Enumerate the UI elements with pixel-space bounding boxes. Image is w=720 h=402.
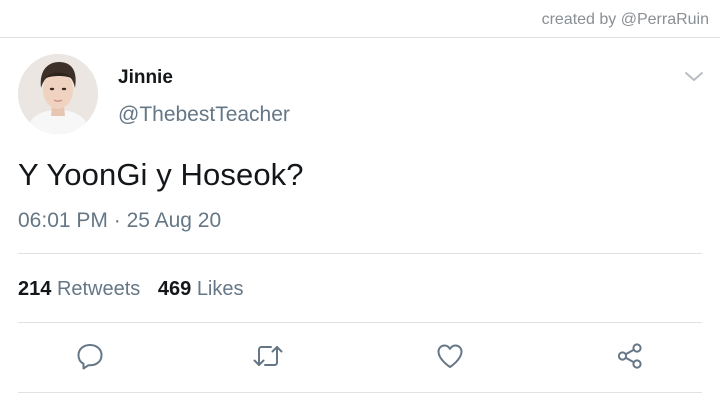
retweet-icon: [253, 346, 283, 366]
share-icon: [617, 343, 642, 369]
stats-top-divider: [18, 253, 702, 254]
retweet-button[interactable]: [250, 338, 286, 374]
likes-count: 469: [157, 278, 192, 300]
heart-icon: [437, 344, 463, 368]
share-button[interactable]: [612, 338, 648, 374]
avatar-image: [18, 54, 98, 134]
tweet-timestamp: 06:01 PM · 25 Aug 20: [18, 209, 221, 233]
tweet-text: Y YoonGi y Hoseok?: [18, 157, 304, 192]
author-handle[interactable]: @ThebestTeacher: [118, 103, 290, 127]
timestamp-separator: ·: [113, 209, 121, 232]
stats-bottom-divider: [18, 322, 702, 323]
credit-text: created by @PerraRuin: [541, 11, 709, 28]
reply-button[interactable]: [72, 338, 108, 374]
tweet-stats: 214 Retweets 469 Likes: [18, 278, 244, 301]
tweet-date: 25 Aug 20: [126, 209, 222, 232]
likes-label: Likes: [196, 278, 244, 300]
likes-stat[interactable]: 469 Likes: [158, 278, 244, 300]
reply-icon: [77, 344, 103, 370]
retweets-count: 214: [18, 278, 52, 300]
chevron-down-icon: [685, 72, 703, 81]
tweet-time: 06:01 PM: [18, 209, 108, 232]
bottom-divider: [18, 392, 702, 393]
avatar[interactable]: [18, 54, 98, 134]
like-button[interactable]: [432, 338, 468, 374]
retweets-label: Retweets: [56, 278, 141, 300]
tweet-menu-button[interactable]: [683, 70, 705, 84]
author-name[interactable]: Jinnie: [118, 67, 173, 89]
top-divider: [0, 37, 720, 38]
retweets-stat[interactable]: 214 Retweets: [18, 278, 146, 300]
